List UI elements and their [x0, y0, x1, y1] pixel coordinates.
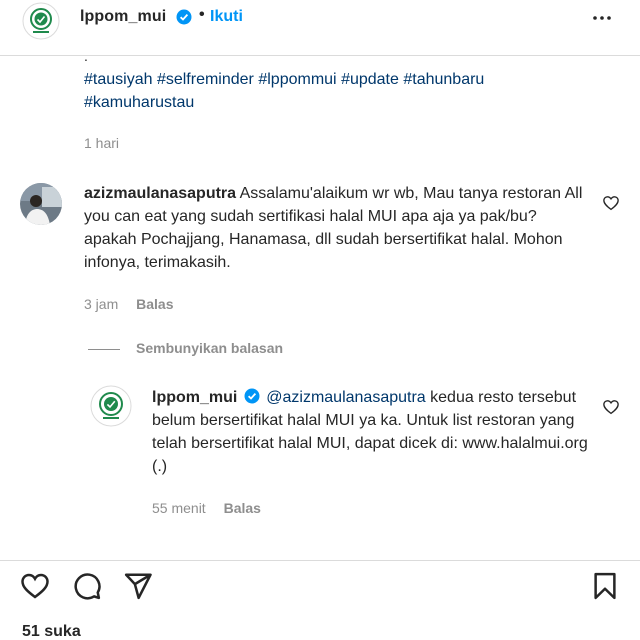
hashtag-link[interactable]: #update	[341, 71, 399, 88]
caption-timestamp[interactable]: 1 hari	[84, 135, 119, 151]
caption-hashtags: #tausiyah #selfreminder #lppommui #updat…	[84, 68, 584, 114]
hashtag-link[interactable]: #selfreminder	[157, 71, 254, 88]
share-paper-plane-icon[interactable]	[123, 571, 153, 601]
comment-bubble-icon[interactable]	[72, 571, 102, 601]
post-header: lppom_mui • Ikuti	[0, 0, 640, 56]
comment-body: azizmaulanasaputra Assalamu'alaikum wr w…	[84, 182, 584, 274]
replies-divider-line	[88, 348, 120, 350]
commenter-avatar[interactable]	[20, 183, 62, 225]
reply-body: lppom_mui @azizmaulanasaputra kedua rest…	[152, 386, 592, 478]
reply-timestamp[interactable]: 55 menit	[152, 500, 206, 516]
separator-dot: •	[199, 6, 205, 23]
verified-badge-icon	[176, 9, 192, 25]
hashtag-link[interactable]: #tahunbaru	[403, 71, 484, 88]
hide-replies-label: Sembunyikan balasan	[136, 340, 284, 356]
reply-like-heart-icon[interactable]	[602, 398, 620, 416]
reply-author-avatar[interactable]	[90, 385, 132, 427]
reply-button[interactable]: Balas	[136, 296, 173, 312]
hashtag-link[interactable]: #lppommui	[258, 71, 336, 88]
hide-replies-button[interactable]: Sembunyikan balasan	[88, 340, 283, 356]
like-heart-icon[interactable]	[20, 571, 50, 601]
post-action-bar: 51 suka	[0, 560, 640, 640]
comment-timestamp[interactable]: 3 jam	[84, 296, 118, 312]
mention-link[interactable]: @azizmaulanasaputra	[266, 389, 425, 406]
bookmark-icon[interactable]	[590, 571, 620, 601]
like-count[interactable]: 51 suka	[22, 623, 81, 640]
verified-badge-icon	[244, 388, 260, 404]
more-horizontal-icon[interactable]	[590, 6, 614, 30]
reply-button[interactable]: Balas	[224, 500, 261, 516]
reply-meta: 55 menit Balas	[152, 500, 261, 516]
comment-like-heart-icon[interactable]	[602, 194, 620, 212]
comment-meta: 3 jam Balas	[84, 296, 173, 312]
profile-avatar[interactable]	[22, 2, 60, 40]
post-username[interactable]: lppom_mui	[80, 8, 166, 26]
reply-username[interactable]: lppom_mui	[152, 389, 237, 406]
follow-button[interactable]: Ikuti	[210, 8, 243, 26]
commenter-username[interactable]: azizmaulanasaputra	[84, 185, 236, 202]
hashtag-link[interactable]: #tausiyah	[84, 71, 153, 88]
caption-fragment: .	[84, 48, 88, 64]
hashtag-link[interactable]: #kamuharustau	[84, 94, 194, 111]
